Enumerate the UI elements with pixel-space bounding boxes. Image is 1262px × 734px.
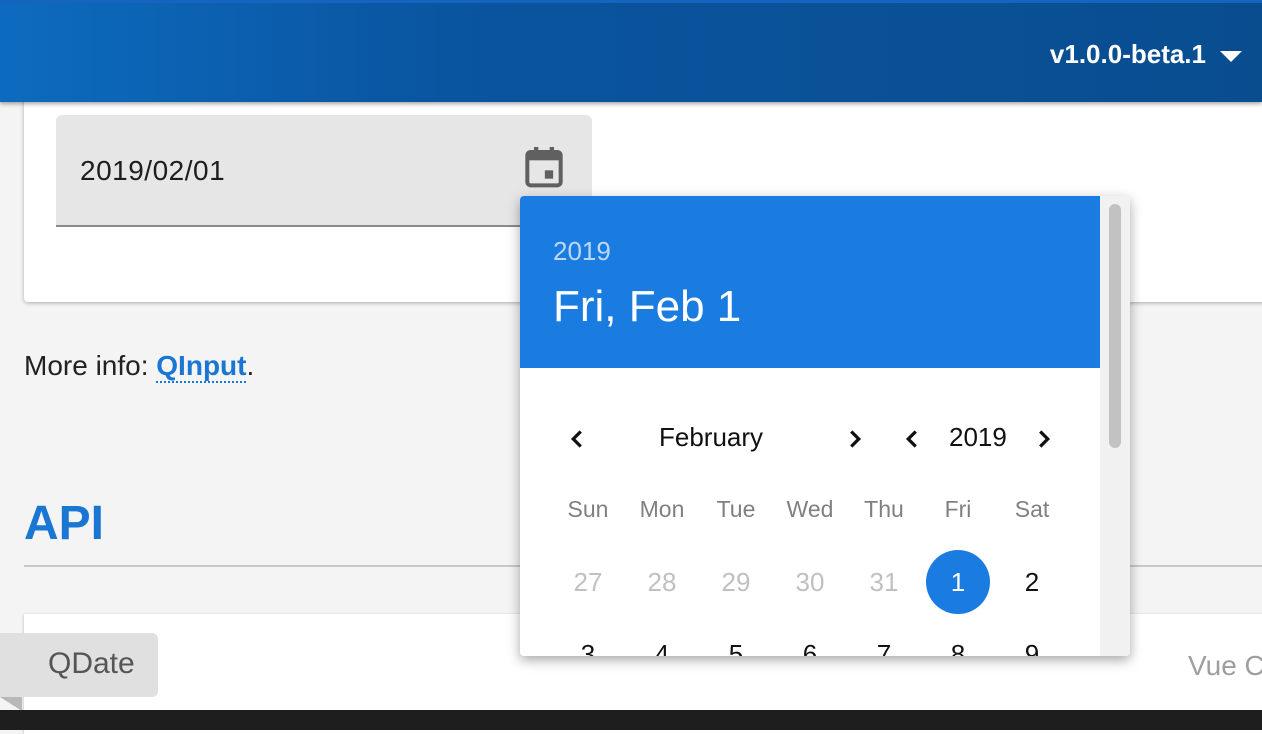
year-nav-label[interactable]: 2019 xyxy=(949,422,1007,453)
version-label: v1.0.0-beta.1 xyxy=(1049,39,1206,69)
calendar-day-outside: 28 xyxy=(647,567,677,597)
scrollbar-thumb[interactable] xyxy=(1109,204,1121,448)
calendar-day[interactable]: 3 xyxy=(556,622,620,656)
date-picker-popup: 2019 Fri, Feb 1 February 2019 Sun Mon Tu… xyxy=(520,196,1130,656)
calendar-day[interactable]: 4 xyxy=(630,622,694,656)
bottom-bar xyxy=(0,710,1262,730)
calendar-day[interactable]: 6 xyxy=(778,622,842,656)
weekday-label: Mon xyxy=(639,496,685,522)
next-year-chevron-right-icon[interactable] xyxy=(1029,424,1059,454)
prev-year-chevron-left-icon[interactable] xyxy=(897,424,927,454)
weekday-label: Thu xyxy=(864,496,904,522)
month-label[interactable]: February xyxy=(659,422,763,453)
calendar-day-outside: 31 xyxy=(869,567,899,597)
calendar-day-selected[interactable]: 1 xyxy=(926,550,990,614)
chevron-down-icon xyxy=(1220,50,1242,62)
tab-fold xyxy=(0,697,22,711)
more-info-prefix: More info: xyxy=(24,350,157,381)
calendar-day[interactable]: 7 xyxy=(852,622,916,656)
qdate-tab[interactable]: QDate xyxy=(0,633,158,697)
calendar-day-outside: 27 xyxy=(573,567,603,597)
qinput-link[interactable]: QInput xyxy=(156,350,247,383)
calendar-day[interactable]: 9 xyxy=(1000,622,1064,656)
date-input-field[interactable]: 2019/02/01 xyxy=(56,115,592,227)
weekday-label: Sat xyxy=(1014,496,1050,522)
top-toolbar: v1.0.0-beta.1 xyxy=(0,0,1262,102)
weekday-label: Sun xyxy=(567,496,609,522)
weekday-label: Fri xyxy=(944,496,972,522)
date-input-value: 2019/02/01 xyxy=(80,155,226,186)
calendar-day-outside: 30 xyxy=(795,567,825,597)
header-year[interactable]: 2019 xyxy=(553,236,611,267)
calendar-icon[interactable] xyxy=(524,145,564,189)
prev-month-chevron-left-icon[interactable] xyxy=(562,424,592,454)
header-selected-date[interactable]: Fri, Feb 1 xyxy=(553,282,741,332)
calendar-day[interactable]: 2 xyxy=(1000,550,1064,614)
version-dropdown[interactable]: v1.0.0-beta.1 xyxy=(1050,39,1242,70)
vue-component-label: Vue Co xyxy=(1188,650,1262,681)
next-month-chevron-right-icon[interactable] xyxy=(840,424,870,454)
more-info-text: More info: QInput. xyxy=(24,350,255,383)
more-info-suffix: . xyxy=(246,350,255,381)
api-heading: API xyxy=(24,497,105,550)
calendar-day[interactable]: 8 xyxy=(926,622,990,656)
qdate-tab-label: QDate xyxy=(48,647,135,680)
weekday-label: Tue xyxy=(716,496,756,522)
calendar-day-outside: 29 xyxy=(721,567,751,597)
date-picker-header: 2019 Fri, Feb 1 xyxy=(520,196,1100,368)
weekday-label: Wed xyxy=(786,496,834,522)
popup-scrollbar[interactable] xyxy=(1100,196,1130,656)
calendar-day[interactable]: 5 xyxy=(704,622,768,656)
